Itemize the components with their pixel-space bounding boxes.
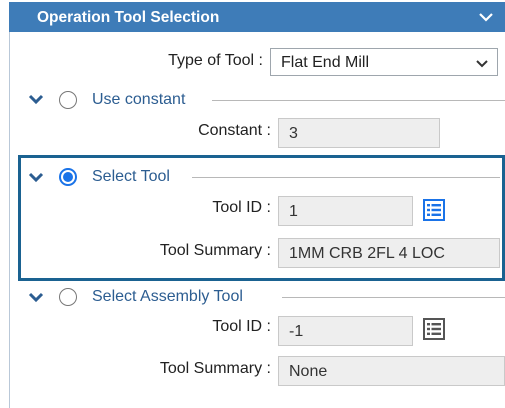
use-constant-radio[interactable] [59,91,77,109]
constant-label: Constant : [198,122,271,139]
panel-left-border [9,32,10,408]
dropdown-chevron-icon [476,60,488,68]
tool-summary-value: 1MM CRB 2FL 4 LOC [289,245,445,262]
select-assembly-tool-title: Select Assembly Tool [92,288,243,305]
tool-id-label: Tool ID : [212,199,271,216]
assembly-tool-summary-value: None [289,363,328,380]
assembly-tool-id-label: Tool ID : [212,318,271,335]
type-of-tool-label: Type of Tool : [168,52,263,69]
tool-list-icon[interactable] [423,199,445,221]
assembly-tool-divider [282,297,505,298]
select-tool-divider [192,177,500,178]
use-constant-expand-chevron-icon[interactable] [28,91,44,107]
tool-id-value: 1 [289,203,298,220]
type-of-tool-select[interactable]: Flat End Mill [270,48,498,76]
assembly-tool-expand-chevron-icon[interactable] [28,289,44,305]
select-tool-expand-chevron-icon[interactable] [28,169,44,185]
tool-id-field[interactable]: 1 [278,196,413,226]
type-of-tool-value: Flat End Mill [281,54,370,71]
assembly-tool-list-icon[interactable] [423,318,445,340]
panel-header[interactable]: Operation Tool Selection [9,2,505,32]
use-constant-divider [212,100,505,101]
tool-summary-label: Tool Summary : [159,242,271,259]
assembly-tool-summary-field: None [278,356,505,386]
select-tool-title: Select Tool [92,168,170,185]
constant-value: 3 [289,125,298,142]
constant-field[interactable]: 3 [278,118,440,148]
select-assembly-tool-radio[interactable] [59,288,77,306]
chevron-down-icon[interactable] [477,8,495,26]
panel-title: Operation Tool Selection [37,9,220,26]
assembly-tool-summary-label: Tool Summary : [159,360,271,377]
use-constant-title: Use constant [92,91,186,108]
assembly-tool-id-field[interactable]: -1 [278,316,413,346]
tool-summary-field: 1MM CRB 2FL 4 LOC [278,238,500,268]
select-tool-radio[interactable] [59,168,77,186]
assembly-tool-id-value: -1 [289,323,304,340]
